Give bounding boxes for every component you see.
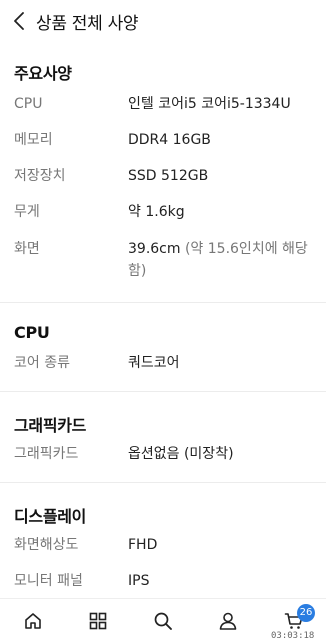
spec-row-panel: 모니터 패널 IPS: [14, 571, 312, 591]
section-display: 디스플레이 화면해상도 FHD 모니터 패널 IPS: [0, 483, 326, 591]
spec-value: FHD: [128, 537, 158, 553]
home-icon: [25, 613, 41, 629]
spec-key: CPU: [14, 96, 43, 112]
spec-value: 약 1.6kg: [128, 204, 185, 220]
spec-row-storage: 저장장치 SSD 512GB: [14, 166, 312, 186]
spec-row-cpu: CPU 인텔 코어i5 코어i5-1334U: [14, 94, 312, 114]
section-graphics: 그래픽카드 그래픽카드 옵션없음 (미장착): [0, 392, 326, 464]
spec-key: 저장장치: [14, 168, 66, 184]
spec-content: 주요사양 CPU 인텔 코어i5 코어i5-1334U 메모리 DDR4 16G…: [0, 42, 326, 591]
spec-value: DDR4 16GB: [128, 132, 211, 148]
nav-categories[interactable]: [86, 609, 110, 633]
section-main-specs: 주요사양 CPU 인텔 코어i5 코어i5-1334U 메모리 DDR4 16G…: [0, 42, 326, 282]
spec-value: 39.6cm (약 15.6인치에 해당함): [128, 238, 312, 282]
spec-row-display: 화면 39.6cm (약 15.6인치에 해당함): [14, 238, 312, 282]
nav-my-page[interactable]: [216, 609, 240, 633]
section-title: 주요사양: [14, 64, 72, 83]
nav-home[interactable]: [21, 609, 45, 633]
spec-key: 그래픽카드: [14, 446, 79, 462]
section-title: 그래픽카드: [14, 416, 87, 435]
spec-value: SSD 512GB: [128, 168, 209, 184]
nav-search[interactable]: [151, 609, 175, 633]
section-title: 디스플레이: [14, 507, 87, 526]
spec-row-weight: 무게 약 1.6kg: [14, 202, 312, 222]
chevron-left-icon: [14, 12, 24, 30]
spec-key: 무게: [14, 204, 40, 220]
spec-row-memory: 메모리 DDR4 16GB: [14, 130, 312, 150]
grid-icon: [89, 612, 107, 630]
spec-key: 메모리: [14, 132, 53, 148]
spec-value-main: 39.6cm: [128, 241, 181, 257]
cart-count-badge: 26: [297, 604, 315, 622]
user-icon: [219, 612, 237, 630]
spec-row-graphics-card: 그래픽카드 옵션없음 (미장착): [14, 444, 312, 464]
spec-key: 화면: [14, 241, 40, 257]
spec-row-resolution: 화면해상도 FHD: [14, 535, 312, 555]
spec-value: 인텔 코어i5 코어i5-1334U: [128, 96, 291, 112]
spec-key: 코어 종류: [14, 355, 70, 371]
status-time: 03:03:18: [271, 631, 315, 641]
spec-value: 쿼드코어: [128, 355, 180, 371]
section-title: CPU: [14, 323, 50, 342]
page-title: 상품 전체 사양: [36, 13, 139, 34]
top-bar: 상품 전체 사양: [0, 0, 326, 42]
spec-value: IPS: [128, 573, 150, 589]
spec-key: 화면해상도: [14, 537, 79, 553]
back-button[interactable]: [4, 0, 34, 42]
spec-row-core-type: 코어 종류 쿼드코어: [14, 353, 312, 373]
section-cpu: CPU 코어 종류 쿼드코어: [0, 303, 326, 373]
search-icon: [154, 612, 172, 630]
spec-key: 모니터 패널: [14, 573, 83, 589]
spec-value: 옵션없음 (미장착): [128, 446, 234, 462]
